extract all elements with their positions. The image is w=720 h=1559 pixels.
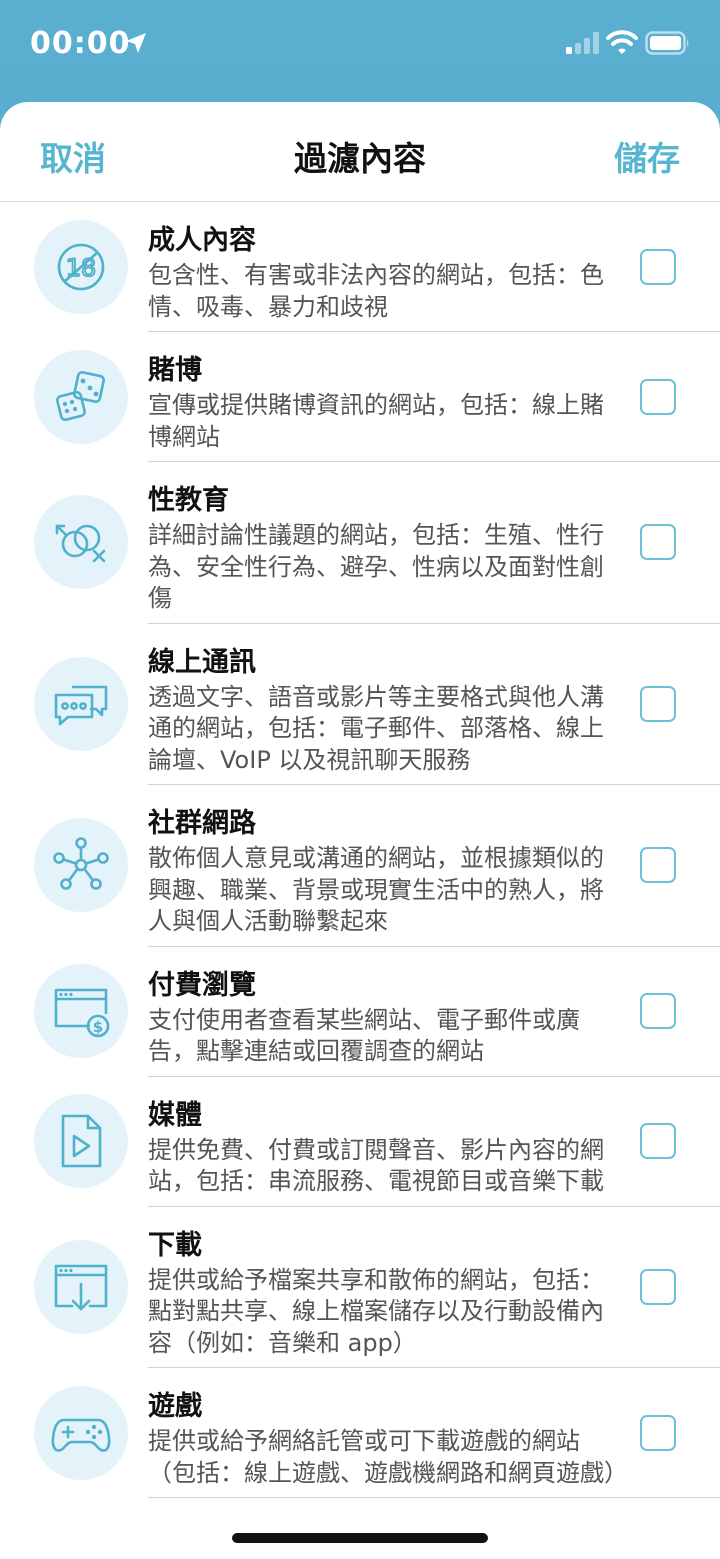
category-row-social-network[interactable]: 社群網路 散佈個人意見或溝通的網站，並根據類似的興趣、職業、背景或現實生活中的熟… bbox=[34, 785, 720, 947]
status-bar: 00:00 bbox=[0, 0, 720, 90]
category-description: 提供免費、付費或訂閱聲音、影片內容的網站，包括：串流服務、電視節目或音樂下載 bbox=[148, 1135, 604, 1196]
page-title: 過濾內容 bbox=[294, 139, 426, 178]
category-description: 提供或給予網絡託管或可下載遊戲的網站（包括：線上遊戲、遊戲機網路和網頁遊戲） bbox=[148, 1427, 628, 1487]
category-checkbox[interactable] bbox=[640, 993, 676, 1029]
age-18-restricted-icon: 18 bbox=[34, 219, 128, 314]
category-row-online-communication[interactable]: 線上通訊 透過文字、語音或影片等主要格式與他人溝通的網站，包括：電子郵件、部落格… bbox=[34, 624, 720, 785]
category-title: 賭博 bbox=[148, 355, 202, 386]
gender-symbols-icon bbox=[34, 495, 128, 590]
category-title: 付費瀏覽 bbox=[148, 969, 256, 1001]
category-title: 性教育 bbox=[148, 485, 229, 516]
category-checkbox[interactable] bbox=[640, 1414, 676, 1451]
category-row-adult[interactable]: 18 成人內容 包含性、有害或非法內容的網站，包括：色情、吸毒、暴力和歧視 bbox=[34, 202, 720, 332]
category-checkbox[interactable] bbox=[640, 847, 676, 884]
category-title: 遊戲 bbox=[148, 1391, 202, 1422]
category-title: 線上通訊 bbox=[148, 646, 256, 678]
chat-bubbles-icon bbox=[34, 656, 128, 751]
category-checkbox[interactable] bbox=[640, 685, 676, 722]
location-arrow-icon bbox=[126, 33, 146, 53]
category-row-gambling[interactable]: 賭博 宣傳或提供賭博資訊的網站，包括：線上賭博網站 bbox=[34, 332, 720, 462]
category-row-sex-education[interactable]: 性教育 詳細討論性議題的網站，包括：生殖、性行為、安全性行為、避孕、性病以及面對… bbox=[34, 462, 720, 624]
gamepad-icon bbox=[34, 1385, 128, 1480]
nav-bar: 取消 過濾內容 儲存 bbox=[0, 102, 720, 202]
battery-icon bbox=[645, 31, 689, 55]
category-row-media[interactable]: 媒體 提供免費、付費或訂閱聲音、影片內容的網站，包括：串流服務、電視節目或音樂下… bbox=[34, 1077, 720, 1207]
category-list: 18 成人內容 包含性、有害或非法內容的網站，包括：色情、吸毒、暴力和歧視 賭博… bbox=[0, 202, 720, 1498]
category-checkbox[interactable] bbox=[640, 378, 676, 415]
status-time: 00:00 bbox=[30, 26, 131, 61]
category-description: 包含性、有害或非法內容的網站，包括：色情、吸毒、暴力和歧視 bbox=[148, 261, 604, 321]
category-row-paid-browsing[interactable]: $ 付費瀏覽 支付使用者查看某些網站、電子郵件或廣告，點擊連結或回覆調查的網站 bbox=[34, 947, 720, 1077]
category-title: 成人內容 bbox=[148, 225, 256, 256]
paid-browser-icon: $ bbox=[34, 964, 128, 1058]
category-description: 支付使用者查看某些網站、電子郵件或廣告，點擊連結或回覆調查的網站 bbox=[148, 1005, 580, 1066]
network-nodes-icon bbox=[34, 818, 128, 913]
category-description: 宣傳或提供賭博資訊的網站，包括：線上賭博網站 bbox=[148, 391, 604, 451]
dice-icon bbox=[34, 349, 128, 444]
category-title: 社群網路 bbox=[148, 808, 256, 839]
save-button[interactable]: 儲存 bbox=[614, 132, 680, 180]
svg-text:$: $ bbox=[93, 1018, 103, 1036]
category-checkbox[interactable] bbox=[640, 248, 676, 285]
home-indicator[interactable] bbox=[232, 1533, 488, 1543]
category-checkbox[interactable] bbox=[640, 1268, 676, 1305]
category-description: 透過文字、語音或影片等主要格式與他人溝通的網站，包括：電子郵件、部落格、線上論壇… bbox=[148, 682, 604, 774]
filter-sheet: 取消 過濾內容 儲存 18 成人內容 包含性、有害或非法內容的網站，包括：色情、… bbox=[0, 102, 720, 1559]
svg-text:18: 18 bbox=[66, 254, 97, 282]
category-checkbox[interactable] bbox=[640, 1123, 676, 1159]
download-window-icon bbox=[34, 1239, 128, 1334]
category-description: 詳細討論性議題的網站，包括：生殖、性行為、安全性行為、避孕、性病以及面對性創傷 bbox=[148, 521, 604, 612]
category-description: 提供或給予檔案共享和散佈的網站，包括：點對點共享、線上檔案儲存以及行動設備內容（… bbox=[148, 1265, 604, 1357]
category-description: 散佈個人意見或溝通的網站，並根據類似的興趣、職業、背景或現實生活中的熟人，將人與… bbox=[148, 844, 604, 935]
cellular-signal-icon bbox=[566, 32, 599, 54]
category-title: 下載 bbox=[148, 1229, 202, 1261]
category-row-games[interactable]: 遊戲 提供或給予網絡託管或可下載遊戲的網站（包括：線上遊戲、遊戲機網路和網頁遊戲… bbox=[34, 1368, 720, 1498]
media-file-play-icon bbox=[34, 1094, 128, 1188]
category-checkbox[interactable] bbox=[640, 524, 676, 561]
category-row-download[interactable]: 下載 提供或給予檔案共享和散佈的網站，包括：點對點共享、線上檔案儲存以及行動設備… bbox=[34, 1207, 720, 1368]
wifi-icon bbox=[606, 30, 638, 54]
category-title: 媒體 bbox=[148, 1099, 202, 1131]
